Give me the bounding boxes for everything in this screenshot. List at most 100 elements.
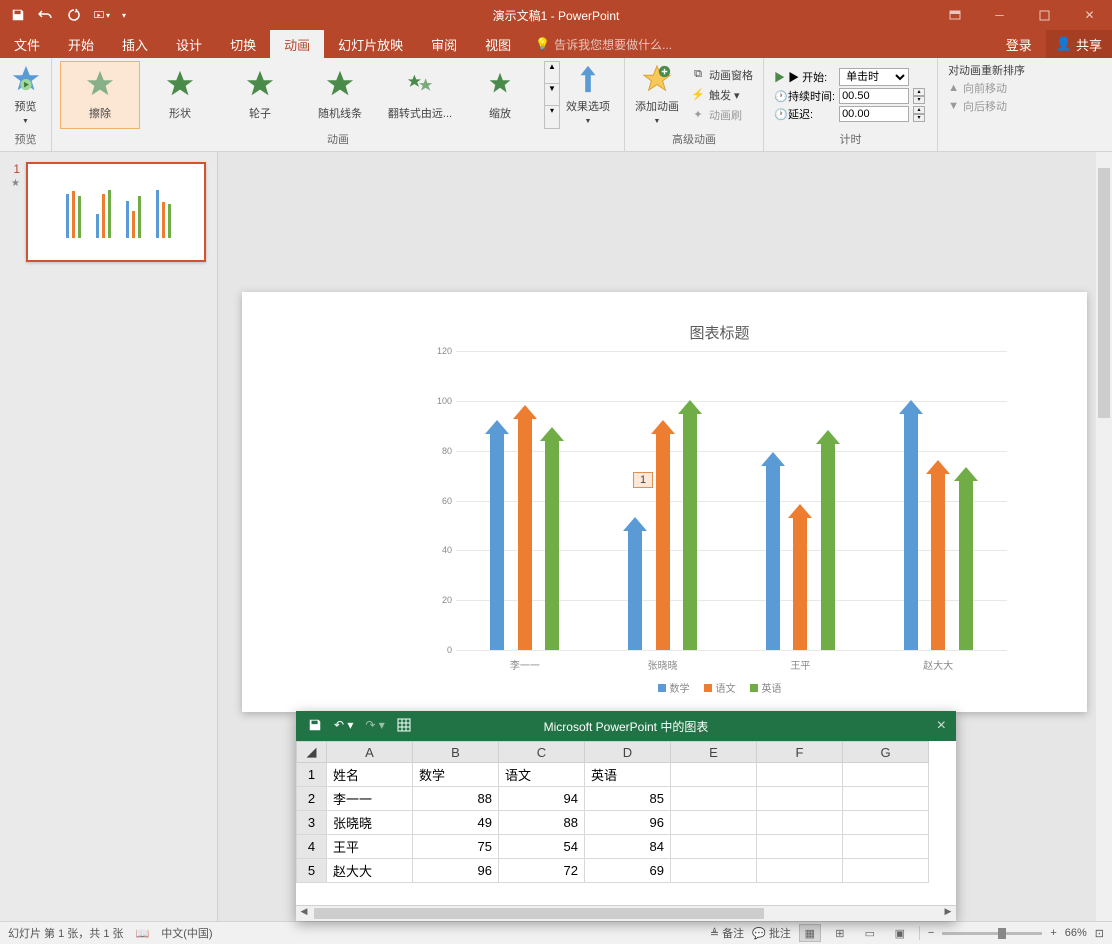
row-header[interactable]: 3 — [297, 811, 327, 835]
minimize-button[interactable]: ─ — [977, 0, 1022, 30]
maximize-button[interactable] — [1022, 0, 1067, 30]
cell[interactable]: 姓名 — [327, 763, 413, 787]
tab-review[interactable]: 审阅 — [417, 30, 471, 58]
preview-button[interactable]: 预览▼ — [4, 60, 47, 129]
col-header[interactable]: G — [843, 742, 929, 763]
anim-wipe[interactable]: 擦除 — [60, 61, 140, 129]
cell[interactable]: 96 — [585, 811, 671, 835]
gallery-down-icon[interactable]: ▼ — [545, 84, 559, 106]
select-all-cell[interactable]: ◢ — [297, 742, 327, 763]
cell[interactable] — [757, 787, 843, 811]
cell[interactable]: 王平 — [327, 835, 413, 859]
col-header[interactable]: C — [499, 742, 585, 763]
slide[interactable]: 图表标题 020406080100120 李一一张晓晓王平赵大大 数学语文英语 — [242, 292, 1087, 712]
col-header[interactable]: E — [671, 742, 757, 763]
qat-customize-icon[interactable]: ▾ — [122, 11, 126, 20]
cell[interactable] — [843, 835, 929, 859]
cell[interactable]: 88 — [413, 787, 499, 811]
share-button[interactable]: 👤共享 — [1046, 30, 1112, 58]
sorter-view-button[interactable]: ⊞ — [829, 924, 851, 942]
redo-icon[interactable] — [66, 7, 82, 23]
reading-view-button[interactable]: ▭ — [859, 924, 881, 942]
col-header[interactable]: B — [413, 742, 499, 763]
cell[interactable]: 语文 — [499, 763, 585, 787]
login-button[interactable]: 登录 — [992, 30, 1046, 58]
cell[interactable]: 75 — [413, 835, 499, 859]
cell[interactable] — [843, 787, 929, 811]
zoom-out-button[interactable]: − — [928, 927, 934, 939]
anim-shape[interactable]: 形状 — [140, 61, 220, 129]
col-header[interactable]: A — [327, 742, 413, 763]
row-header[interactable]: 1 — [297, 763, 327, 787]
close-button[interactable]: ✕ — [1067, 0, 1112, 30]
excel-close-button[interactable]: × — [937, 717, 946, 735]
language-indicator[interactable]: 中文(中国) — [161, 925, 212, 941]
cell[interactable] — [671, 763, 757, 787]
gallery-more-icon[interactable]: ▾ — [545, 106, 559, 128]
anim-wheel[interactable]: 轮子 — [220, 61, 300, 129]
chart[interactable]: 图表标题 020406080100120 李一一张晓晓王平赵大大 数学语文英语 — [432, 322, 1007, 692]
zoom-level[interactable]: 66% — [1065, 927, 1087, 939]
effect-options-button[interactable]: 效果选项▼ — [560, 60, 616, 129]
cell[interactable]: 张晓晓 — [327, 811, 413, 835]
duration-input[interactable] — [839, 88, 909, 104]
excel-redo-icon[interactable]: ↷ ▾ — [365, 718, 384, 735]
gallery-up-icon[interactable]: ▲ — [545, 62, 559, 84]
cell[interactable]: 69 — [585, 859, 671, 883]
col-header[interactable]: D — [585, 742, 671, 763]
animation-pane-button[interactable]: ⧉动画窗格 — [687, 66, 757, 84]
start-from-beginning-icon[interactable]: ▾ — [94, 7, 110, 23]
excel-grid-icon[interactable] — [397, 718, 411, 735]
cell[interactable] — [843, 811, 929, 835]
anim-zoom[interactable]: 缩放 — [460, 61, 540, 129]
cell[interactable]: 54 — [499, 835, 585, 859]
add-animation-button[interactable]: 添加动画▼ — [629, 60, 685, 129]
cell[interactable]: 85 — [585, 787, 671, 811]
excel-horizontal-scrollbar[interactable]: ◀ ▶ — [296, 905, 956, 921]
cell[interactable] — [843, 859, 929, 883]
animation-order-tag[interactable]: 1 — [633, 472, 653, 488]
excel-undo-icon[interactable]: ↶ ▾ — [334, 718, 353, 735]
slideshow-view-button[interactable]: ▣ — [889, 924, 911, 942]
cell[interactable]: 72 — [499, 859, 585, 883]
tab-file[interactable]: 文件 — [0, 30, 54, 58]
anim-flip[interactable]: 翻转式由远... — [380, 61, 460, 129]
tab-slideshow[interactable]: 幻灯片放映 — [324, 30, 417, 58]
cell[interactable] — [671, 787, 757, 811]
cell[interactable] — [671, 835, 757, 859]
cell[interactable] — [671, 811, 757, 835]
slide-thumbnails-panel[interactable]: 1 ★ — [0, 152, 218, 921]
tab-transitions[interactable]: 切换 — [216, 30, 270, 58]
tell-me-search[interactable]: 💡告诉我您想要做什么... — [525, 30, 682, 58]
animation-painter-button[interactable]: ✦动画刷 — [687, 106, 757, 124]
cell[interactable] — [671, 859, 757, 883]
slide-thumbnail-1[interactable] — [26, 162, 206, 262]
cell[interactable] — [757, 811, 843, 835]
vertical-scrollbar[interactable] — [1096, 152, 1112, 921]
cell[interactable] — [757, 835, 843, 859]
row-header[interactable]: 4 — [297, 835, 327, 859]
zoom-in-button[interactable]: + — [1050, 927, 1056, 939]
cell[interactable] — [843, 763, 929, 787]
anim-random-bars[interactable]: 随机线条 — [300, 61, 380, 129]
tab-view[interactable]: 视图 — [471, 30, 525, 58]
excel-save-icon[interactable] — [308, 718, 322, 735]
tab-design[interactable]: 设计 — [162, 30, 216, 58]
duration-spinner[interactable]: ▴▾ — [913, 88, 927, 104]
scroll-right-icon[interactable]: ▶ — [940, 906, 956, 922]
delay-input[interactable] — [839, 106, 909, 122]
cell[interactable] — [757, 763, 843, 787]
save-icon[interactable] — [10, 7, 26, 23]
normal-view-button[interactable]: ▦ — [799, 924, 821, 942]
gallery-scroll[interactable]: ▲ ▼ ▾ — [544, 61, 560, 129]
cell[interactable]: 88 — [499, 811, 585, 835]
scroll-left-icon[interactable]: ◀ — [296, 906, 312, 922]
col-header[interactable]: F — [757, 742, 843, 763]
start-select[interactable]: 单击时 — [839, 68, 909, 86]
cell[interactable] — [757, 859, 843, 883]
trigger-button[interactable]: ⚡触发 ▾ — [687, 86, 757, 104]
cell[interactable]: 英语 — [585, 763, 671, 787]
cell[interactable]: 84 — [585, 835, 671, 859]
row-header[interactable]: 5 — [297, 859, 327, 883]
row-header[interactable]: 2 — [297, 787, 327, 811]
